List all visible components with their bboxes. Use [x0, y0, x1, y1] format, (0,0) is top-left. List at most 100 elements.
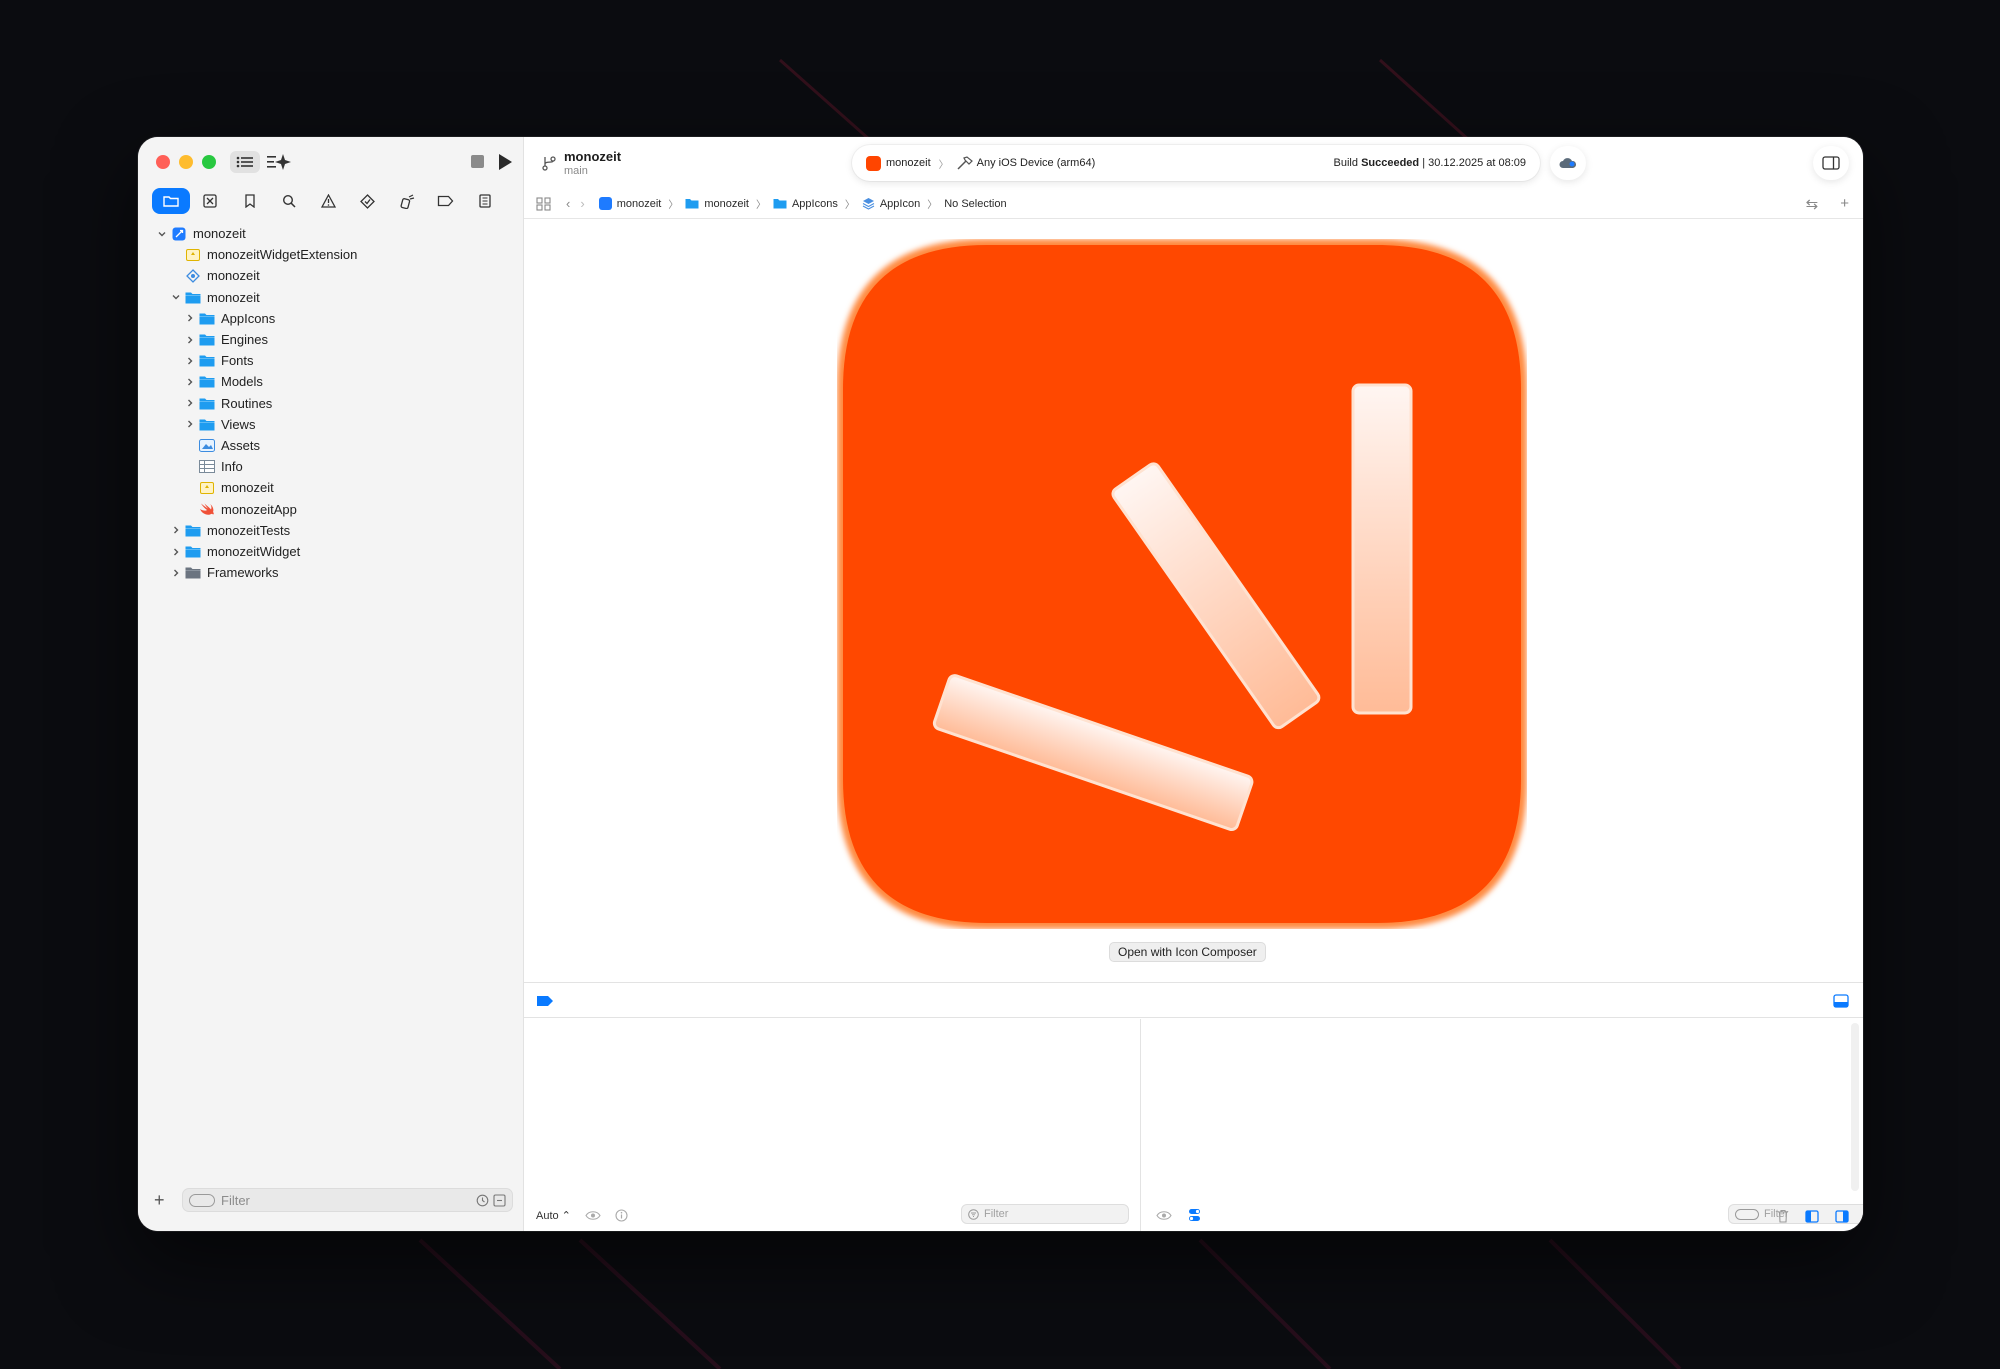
- show-console-view-icon[interactable]: [1835, 1209, 1849, 1223]
- open-icon-composer-button[interactable]: Open with Icon Composer: [1109, 942, 1266, 962]
- navigator-filter-placeholder: Filter: [221, 1192, 250, 1208]
- disclosure-closed-icon[interactable]: [170, 546, 182, 558]
- chevron-right-icon: 〉: [755, 200, 766, 211]
- tree-item-label: monozeitWidget: [207, 544, 301, 559]
- issue-navigator-tab[interactable]: [309, 188, 347, 214]
- add-editor-icon[interactable]: +: [1840, 195, 1849, 213]
- disclosure-open-icon[interactable]: [156, 228, 168, 240]
- disclosure-closed-icon[interactable]: [184, 376, 196, 388]
- tree-item[interactable]: Routines: [184, 393, 272, 414]
- tree-item[interactable]: monozeitWidget: [170, 541, 300, 562]
- tree-item[interactable]: Assets: [184, 435, 260, 456]
- info-icon[interactable]: [615, 1209, 628, 1222]
- add-file-button[interactable]: +: [154, 1190, 174, 1211]
- scheme-selector[interactable]: monozeit: [886, 157, 931, 169]
- tree-item[interactable]: Fonts: [184, 350, 254, 371]
- source-control-filter-icon[interactable]: [493, 1193, 506, 1207]
- branch-name[interactable]: main: [564, 165, 588, 177]
- tree-item[interactable]: Info: [184, 456, 243, 477]
- project-title[interactable]: monozeit: [564, 149, 621, 164]
- sidebar-toggle-button[interactable]: [230, 151, 260, 173]
- breadcrumb-selection[interactable]: No Selection: [944, 198, 1006, 210]
- variables-filter-field[interactable]: Filter: [961, 1204, 1129, 1224]
- test-navigator-tab[interactable]: [348, 188, 386, 214]
- zoom-window-button[interactable]: [202, 155, 216, 169]
- disclosure-open-icon[interactable]: [170, 291, 182, 303]
- back-arrow-icon[interactable]: ‹: [566, 196, 570, 211]
- tree-item[interactable]: monozeit: [156, 223, 246, 244]
- bookmarks-navigator-tab[interactable]: [231, 188, 269, 214]
- recent-files-icon[interactable]: [476, 1194, 489, 1207]
- show-variables-view-icon[interactable]: [1805, 1209, 1819, 1223]
- tree-item-label: Models: [221, 374, 263, 390]
- frameworks-icon: [185, 566, 201, 580]
- tree-item[interactable]: AppIcons: [184, 308, 275, 329]
- breakpoints-toggle-icon[interactable]: [536, 995, 554, 1007]
- disclosure-closed-icon[interactable]: [184, 355, 196, 367]
- source-control-navigator-tab[interactable]: [191, 188, 229, 214]
- filter-options-icon[interactable]: [189, 1193, 215, 1207]
- forward-arrow-icon[interactable]: ›: [580, 196, 584, 211]
- disclosure-closed-icon[interactable]: [184, 334, 196, 346]
- tree-item-label: Views: [221, 416, 256, 432]
- plist-icon: [199, 460, 215, 474]
- breakpoint-navigator-tab[interactable]: [427, 188, 465, 214]
- disclosure-closed-icon[interactable]: [184, 397, 196, 409]
- find-navigator-tab[interactable]: [270, 188, 308, 214]
- breadcrumb-folder[interactable]: monozeit: [685, 198, 749, 210]
- console-scrollbar[interactable]: [1851, 1023, 1859, 1191]
- tree-item[interactable]: Engines: [184, 329, 268, 350]
- report-navigator-tab[interactable]: [466, 188, 504, 214]
- filter-icon: [968, 1208, 979, 1220]
- breakpoint-tag-icon: [438, 195, 454, 207]
- tree-item[interactable]: monozeit: [184, 477, 274, 498]
- diamond-check-icon: [359, 193, 375, 209]
- run-button[interactable]: [499, 154, 512, 170]
- related-items-grid-icon[interactable]: [536, 196, 552, 211]
- tree-item[interactable]: monozeitWidgetExtension: [170, 244, 357, 265]
- disclosure-closed-icon[interactable]: [184, 312, 196, 324]
- disclosure-closed-icon[interactable]: [170, 524, 182, 536]
- minimize-window-button[interactable]: [179, 155, 193, 169]
- close-window-button[interactable]: [156, 155, 170, 169]
- tree-item[interactable]: monozeit: [170, 265, 260, 286]
- navigator-filter-field[interactable]: Filter: [182, 1188, 513, 1212]
- app-icon-preview[interactable]: [837, 239, 1527, 929]
- eye-icon[interactable]: [1156, 1210, 1172, 1221]
- debug-area-divider[interactable]: [1140, 1019, 1141, 1231]
- breadcrumb-appicon[interactable]: AppIcon: [862, 197, 920, 210]
- coding-assistant-button[interactable]: [266, 151, 292, 173]
- project-navigator-tab[interactable]: [152, 188, 190, 214]
- bookmark-icon: [244, 194, 255, 208]
- tree-item[interactable]: monozeitApp: [184, 499, 297, 520]
- disclosure-closed-icon[interactable]: [170, 567, 182, 579]
- swap-arrows-icon[interactable]: ⇆: [1806, 195, 1819, 213]
- variables-scope-selector[interactable]: Auto ⌃: [536, 1209, 571, 1222]
- tree-item-label: Frameworks: [207, 565, 279, 581]
- disclosure-closed-icon[interactable]: [184, 418, 196, 430]
- icon-stack-icon: [862, 198, 875, 210]
- tree-item[interactable]: monozeitTests: [170, 520, 290, 541]
- debug-navigator-tab[interactable]: [388, 188, 426, 214]
- scheme-app-icon: [866, 155, 881, 171]
- stop-button[interactable]: [471, 155, 484, 168]
- breadcrumb-project[interactable]: monozeit: [598, 197, 661, 210]
- inspector-toggle-button[interactable]: [1813, 146, 1849, 180]
- hide-debug-area-icon[interactable]: [1833, 994, 1849, 1008]
- console-toggles-icon[interactable]: [1188, 1208, 1201, 1222]
- trash-icon[interactable]: [1777, 1209, 1789, 1223]
- destination-selector[interactable]: Any iOS Device (arm64): [977, 157, 1096, 169]
- tree-item[interactable]: Models: [184, 371, 263, 392]
- navigator-sidebar: monozeit monozeitWidgetExtension monozeit m…: [138, 137, 524, 1231]
- x-square-icon: [203, 194, 217, 208]
- tree-item-label: AppIcons: [221, 310, 276, 326]
- breadcrumb-appicons[interactable]: AppIcons: [773, 198, 838, 210]
- tree-item[interactable]: monozeit: [170, 287, 260, 308]
- tree-item[interactable]: Views: [184, 414, 255, 435]
- eye-icon[interactable]: [585, 1210, 601, 1221]
- filter-options-icon[interactable]: [1735, 1208, 1759, 1220]
- tree-item[interactable]: Frameworks: [170, 562, 279, 583]
- search-icon: [282, 194, 296, 208]
- cloud-status-button[interactable]: [1550, 146, 1586, 180]
